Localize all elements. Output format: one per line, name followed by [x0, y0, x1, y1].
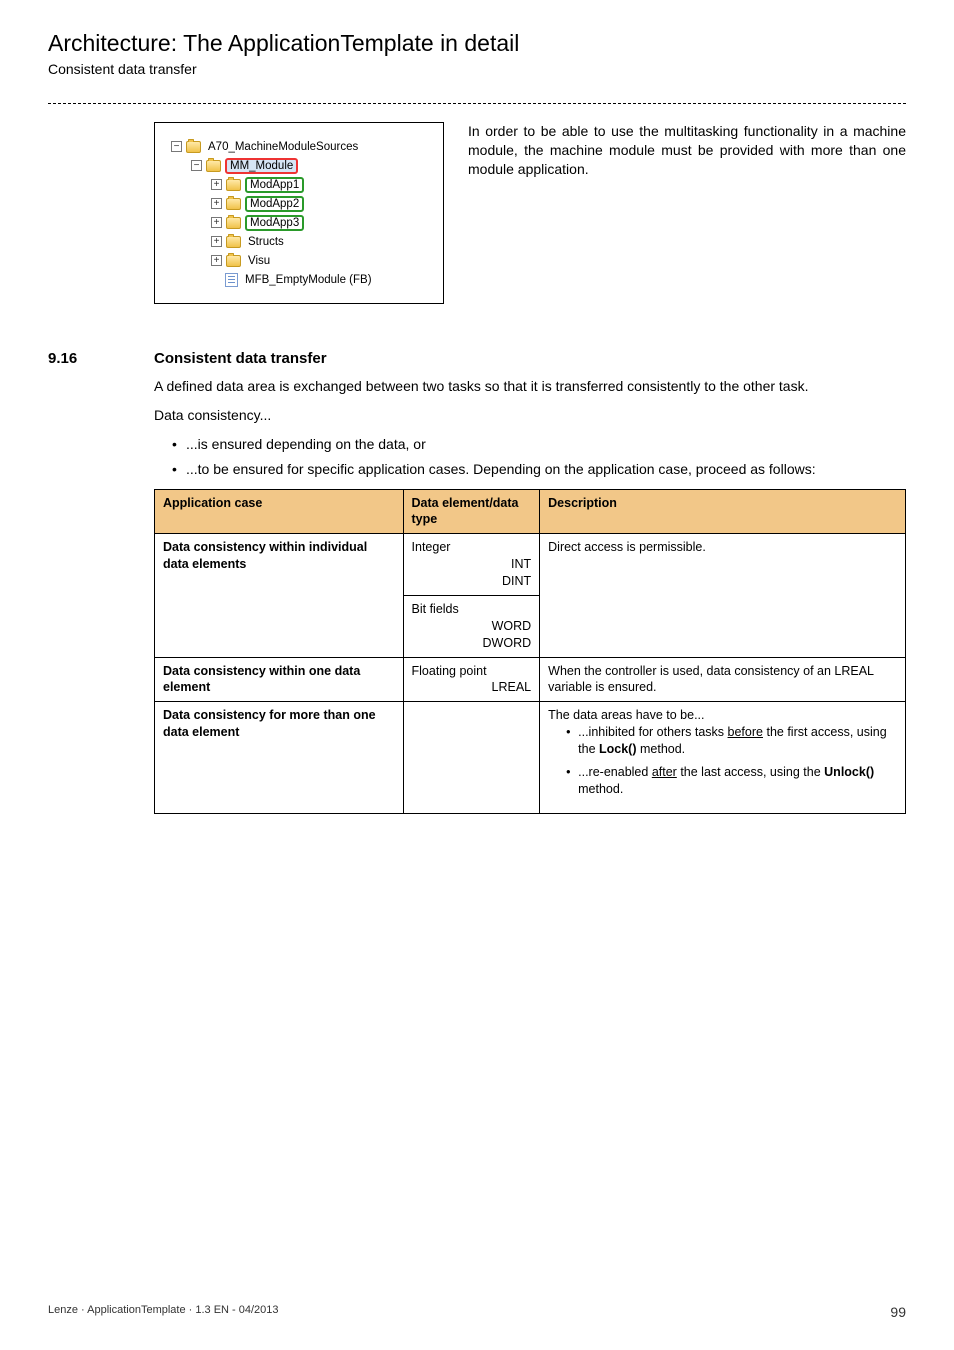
table-cell: When the controller is used, data consis…	[540, 657, 906, 702]
folder-icon	[226, 255, 241, 267]
side-paragraph: In order to be able to use the multitask…	[468, 122, 906, 304]
page-number: 99	[890, 1304, 906, 1320]
table-cell: Direct access is permissible.	[540, 534, 906, 657]
tree-label-selected: MM_Module	[225, 158, 298, 174]
table-row: Data consistency within one data element…	[155, 657, 906, 702]
tree-item[interactable]: + ModApp3	[165, 213, 433, 232]
tree-label: ModApp1	[245, 177, 304, 193]
expand-icon[interactable]: +	[211, 198, 222, 209]
tree-label: ModApp2	[245, 196, 304, 212]
table-cell: The data areas have to be... ...inhibite…	[540, 702, 906, 813]
table-cell: Data consistency for more than one data …	[155, 702, 404, 813]
tree-item[interactable]: − MM_Module	[165, 156, 433, 175]
table-cell: Integer INT DINT	[403, 534, 540, 596]
tree-item[interactable]: MFB_EmptyModule (FB)	[165, 270, 433, 289]
table-header: Application case	[155, 489, 404, 534]
folder-icon	[186, 141, 201, 153]
footer-text: Lenze · ApplicationTemplate · 1.3 EN - 0…	[48, 1304, 279, 1320]
expand-icon[interactable]: +	[211, 236, 222, 247]
tree-label: A70_MachineModuleSources	[205, 141, 361, 153]
section-number: 9.16	[48, 350, 154, 367]
tree-label: MFB_EmptyModule (FB)	[242, 274, 375, 286]
body-paragraph: A defined data area is exchanged between…	[154, 377, 906, 396]
tree-item[interactable]: + ModApp1	[165, 175, 433, 194]
table-header: Description	[540, 489, 906, 534]
table-cell: Floating point LREAL	[403, 657, 540, 702]
doc-subtitle: Consistent data transfer	[48, 61, 906, 77]
list-item: ...is ensured depending on the data, or	[172, 435, 906, 454]
body-paragraph: Data consistency...	[154, 406, 906, 425]
table-row: Data consistency within individual data …	[155, 534, 906, 596]
expand-icon[interactable]: +	[211, 255, 222, 266]
folder-icon	[206, 160, 221, 172]
collapse-icon[interactable]: −	[171, 141, 182, 152]
tree-item[interactable]: − A70_MachineModuleSources	[165, 137, 433, 156]
table-cell: Bit fields WORD DWORD	[403, 595, 540, 657]
collapse-icon[interactable]: −	[191, 160, 202, 171]
folder-icon	[226, 236, 241, 248]
section-title: Consistent data transfer	[154, 350, 327, 367]
expand-icon[interactable]: +	[211, 217, 222, 228]
folder-icon	[226, 179, 241, 191]
folder-icon	[226, 217, 241, 229]
divider	[48, 103, 906, 104]
tree-label: Visu	[245, 255, 273, 267]
list-item: ...to be ensured for specific applicatio…	[172, 460, 906, 479]
document-icon	[225, 273, 238, 287]
table-row: Data consistency for more than one data …	[155, 702, 906, 813]
expand-icon[interactable]: +	[211, 179, 222, 190]
data-table: Application case Data element/data type …	[154, 489, 906, 814]
tree-item[interactable]: + Structs	[165, 232, 433, 251]
doc-title: Architecture: The ApplicationTemplate in…	[48, 30, 906, 57]
table-cell: Data consistency within individual data …	[155, 534, 404, 657]
tree-item[interactable]: + Visu	[165, 251, 433, 270]
tree-item[interactable]: + ModApp2	[165, 194, 433, 213]
folder-icon	[226, 198, 241, 210]
table-cell	[403, 702, 540, 813]
table-cell: Data consistency within one data element	[155, 657, 404, 702]
table-header: Data element/data type	[403, 489, 540, 534]
tree-panel: − A70_MachineModuleSources − MM_Module +…	[154, 122, 444, 304]
tree-label: Structs	[245, 236, 287, 248]
tree-label: ModApp3	[245, 215, 304, 231]
